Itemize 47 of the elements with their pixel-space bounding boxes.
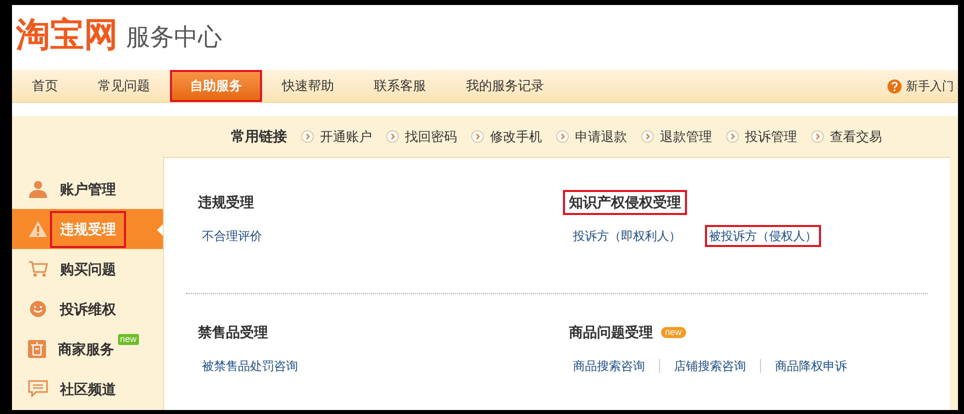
nav-tab[interactable]: 我的服务记录 — [446, 70, 564, 102]
arrow-circle-icon — [641, 130, 654, 143]
question-icon — [887, 78, 902, 94]
help-link[interactable]: 新手入门 — [887, 70, 958, 102]
section-link[interactable]: 商品搜索咨询 — [569, 355, 649, 377]
new-badge: new — [661, 327, 686, 338]
section-link[interactable]: 投诉方（即权利人） — [569, 225, 685, 247]
quick-links-title: 常用链接 — [231, 127, 287, 146]
section-title: 商品问题受理 — [568, 323, 654, 342]
section-link[interactable]: 被禁售品处罚咨询 — [198, 355, 302, 377]
comment-icon — [28, 380, 48, 398]
shop-icon — [28, 340, 46, 358]
quick-link[interactable]: 投诉管理 — [726, 126, 797, 146]
smile-icon — [28, 300, 48, 318]
section-title: 知识产权侵权受理 — [563, 190, 687, 215]
arrow-circle-icon — [811, 130, 824, 143]
new-badge: new — [118, 334, 139, 345]
sidebar-item[interactable]: 社区频道 — [12, 369, 163, 409]
quick-link[interactable]: 查看交易 — [811, 126, 882, 146]
quick-link[interactable]: 开通账户 — [301, 126, 372, 146]
cart-icon — [28, 260, 48, 278]
sidebar-item[interactable]: 购买问题 — [12, 249, 163, 289]
site-subtitle: 服务中心 — [126, 23, 222, 53]
sidebar-item[interactable]: 投诉维权 — [12, 289, 163, 329]
nav-tab[interactable]: 快速帮助 — [262, 70, 354, 102]
arrow-circle-icon — [726, 130, 739, 143]
person-icon — [28, 180, 48, 198]
arrow-circle-icon — [301, 130, 314, 143]
nav-tab[interactable]: 联系客服 — [354, 70, 446, 102]
quick-link[interactable]: 修改手机 — [471, 126, 542, 146]
warning-icon — [28, 220, 48, 238]
arrow-circle-icon — [386, 130, 399, 143]
section-link[interactable]: 不合理评价 — [198, 225, 266, 247]
quick-link[interactable]: 找回密码 — [386, 126, 457, 146]
section-title: 违规受理 — [197, 193, 255, 212]
section-link[interactable]: 被投诉方（侵权人） — [705, 225, 821, 247]
section-link[interactable]: 商品降权申诉 — [771, 355, 851, 377]
arrow-circle-icon — [471, 130, 484, 143]
section-title: 禁售品受理 — [197, 323, 269, 342]
sidebar-item[interactable]: 账户管理 — [12, 169, 163, 209]
quick-link[interactable]: 申请退款 — [556, 126, 627, 146]
sidebar-item[interactable]: 商家服务 new — [12, 329, 163, 369]
arrow-circle-icon — [556, 130, 569, 143]
nav-tab[interactable]: 首页 — [12, 70, 78, 102]
section-link[interactable]: 店铺搜索咨询 — [670, 355, 750, 377]
nav-tab[interactable]: 常见问题 — [78, 70, 170, 102]
quick-link[interactable]: 退款管理 — [641, 126, 712, 146]
